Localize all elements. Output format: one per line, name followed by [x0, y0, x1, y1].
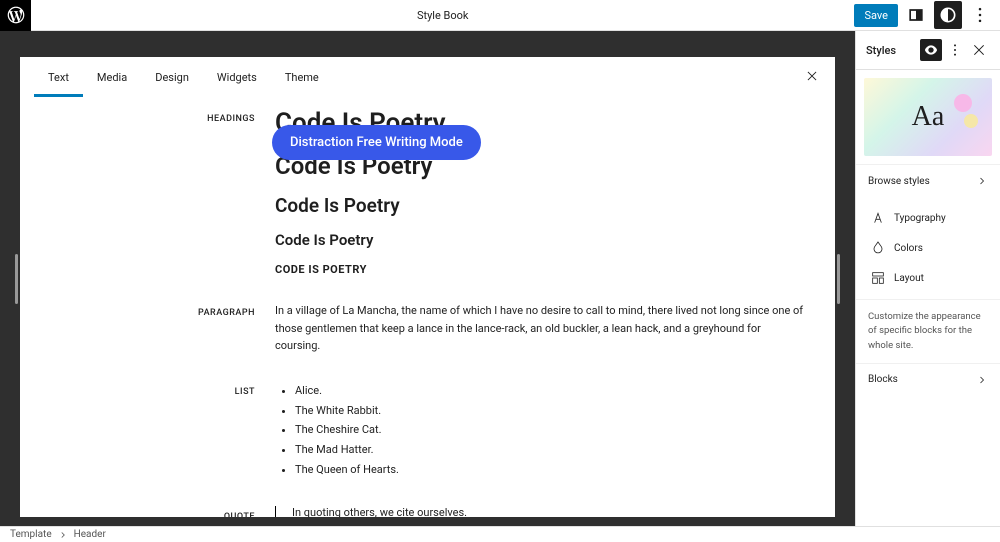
- sidebar-description: Customize the appearance of specific blo…: [856, 299, 1000, 363]
- sidebar-options-button[interactable]: [944, 39, 966, 61]
- colors-icon: [870, 240, 886, 256]
- top-bar: Style Book Save: [0, 0, 1000, 31]
- section-label: LIST: [20, 381, 275, 480]
- style-categories: Typography Colors Layout: [856, 197, 1000, 299]
- sidebar-item-label: Colors: [894, 243, 923, 254]
- close-icon: [971, 42, 987, 58]
- heading-3: Code Is Poetry: [275, 194, 805, 217]
- sidebar-header: Styles: [856, 31, 1000, 70]
- crumb-header[interactable]: Header: [74, 529, 106, 540]
- color-dot: [964, 114, 978, 128]
- list-item: Alice.: [295, 381, 805, 401]
- style-preview[interactable]: Aa: [864, 78, 992, 156]
- list-content: Alice. The White Rabbit. The Cheshire Ca…: [275, 381, 805, 480]
- wordpress-icon: [6, 5, 26, 25]
- typography-icon: [870, 210, 886, 226]
- wordpress-logo[interactable]: [0, 0, 31, 31]
- breadcrumb: Template Header: [0, 526, 1000, 542]
- sidebar-icon: [906, 5, 926, 25]
- close-icon: [805, 69, 819, 83]
- sidebar-item-colors[interactable]: Colors: [856, 233, 1000, 263]
- chevron-right-icon: [976, 374, 988, 386]
- quote-text: In quoting others, we cite ourselves.: [275, 506, 805, 517]
- eye-icon: [923, 42, 939, 58]
- preview-text: Aa: [912, 101, 945, 133]
- sidebar-item-label: Typography: [894, 213, 946, 224]
- save-button[interactable]: Save: [854, 4, 898, 27]
- tab-widgets[interactable]: Widgets: [203, 67, 271, 97]
- styles-toggle-button[interactable]: [934, 1, 962, 29]
- sidebar-item-typography[interactable]: Typography: [856, 203, 1000, 233]
- stylebook-toggle-button[interactable]: [920, 39, 942, 61]
- tab-design[interactable]: Design: [141, 67, 203, 97]
- dots-vertical-icon: [947, 42, 963, 58]
- browse-styles-row[interactable]: Browse styles: [856, 164, 1000, 197]
- close-stylebook-button[interactable]: [803, 67, 821, 85]
- callout-pill: Distraction Free Writing Mode: [272, 125, 481, 160]
- list-item: The Mad Hatter.: [295, 440, 805, 460]
- sidebar-close-button[interactable]: [968, 39, 990, 61]
- view-toggle-button[interactable]: [902, 1, 930, 29]
- canvas-wrapper: Text Media Design Widgets Theme Distract…: [0, 31, 855, 526]
- style-book-canvas: Text Media Design Widgets Theme Distract…: [20, 57, 835, 517]
- chevron-right-icon: [58, 530, 68, 540]
- heading-4: Code Is Poetry: [275, 231, 805, 249]
- chevron-right-icon: [976, 175, 988, 187]
- dots-vertical-icon: [970, 5, 990, 25]
- crumb-template[interactable]: Template: [10, 529, 52, 540]
- heading-5: CODE IS POETRY: [275, 263, 805, 276]
- tab-media[interactable]: Media: [83, 67, 141, 97]
- top-actions: Save: [854, 1, 1000, 29]
- options-button[interactable]: [966, 1, 994, 29]
- page-title: Style Book: [31, 9, 854, 22]
- canvas-tabs: Text Media Design Widgets Theme: [20, 57, 835, 98]
- canvas-body[interactable]: HEADINGS Code Is Poetry Code Is Poetry C…: [20, 98, 835, 517]
- browse-styles-label: Browse styles: [868, 176, 930, 187]
- section-label: PARAGRAPH: [20, 302, 275, 355]
- section-label: HEADINGS: [20, 108, 275, 276]
- sidebar-item-layout[interactable]: Layout: [856, 263, 1000, 293]
- resize-handle-right[interactable]: [837, 254, 840, 304]
- blocks-label: Blocks: [868, 374, 898, 385]
- sidebar-item-label: Layout: [894, 273, 924, 284]
- styles-sidebar: Styles Aa Browse styles Typography Color…: [855, 31, 1000, 526]
- list-item: The Queen of Hearts.: [295, 460, 805, 480]
- list-item: The White Rabbit.: [295, 401, 805, 421]
- tab-theme[interactable]: Theme: [271, 67, 333, 97]
- list-item: The Cheshire Cat.: [295, 420, 805, 440]
- contrast-icon: [938, 5, 958, 25]
- tab-text[interactable]: Text: [34, 67, 83, 97]
- section-quote: QUOTE In quoting others, we cite ourselv…: [20, 506, 805, 517]
- layout-icon: [870, 270, 886, 286]
- section-paragraph: PARAGRAPH In a village of La Mancha, the…: [20, 302, 805, 355]
- blocks-row[interactable]: Blocks: [856, 363, 1000, 396]
- resize-handle-left[interactable]: [15, 254, 18, 304]
- section-list: LIST Alice. The White Rabbit. The Cheshi…: [20, 381, 805, 480]
- paragraph-text: In a village of La Mancha, the name of w…: [275, 302, 805, 355]
- section-label: QUOTE: [20, 506, 275, 517]
- sidebar-title: Styles: [866, 44, 896, 57]
- color-dot: [954, 94, 972, 112]
